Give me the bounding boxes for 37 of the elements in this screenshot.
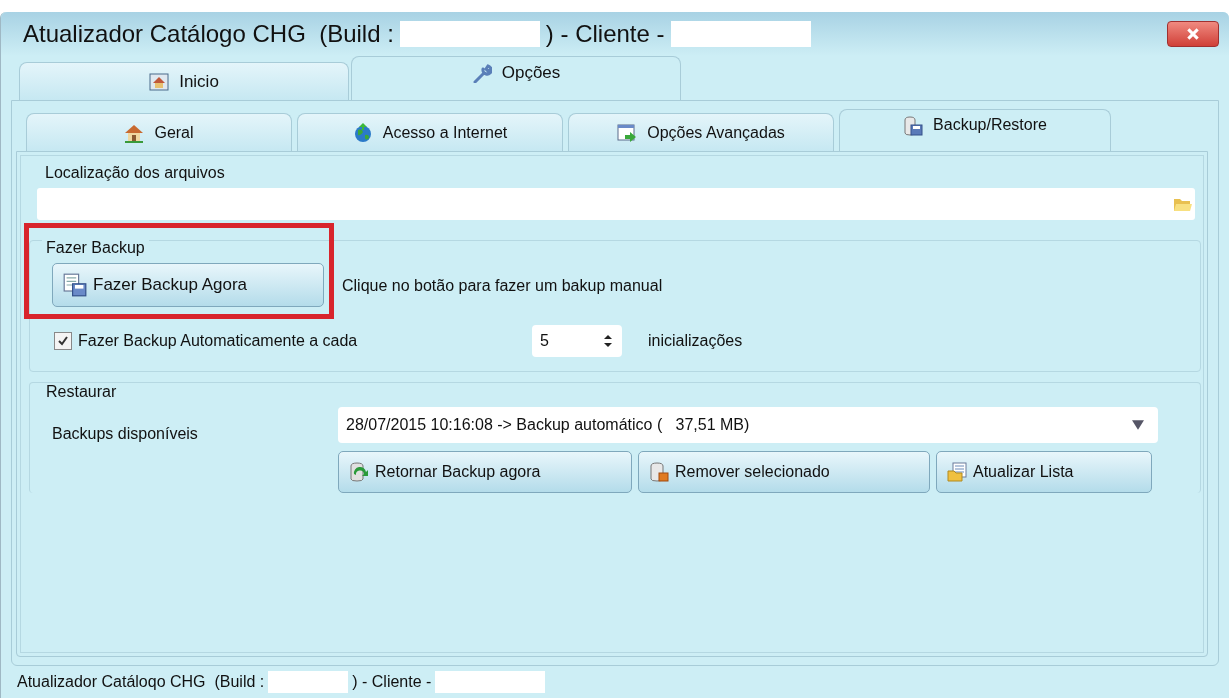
close-button[interactable] — [1167, 21, 1219, 47]
dropdown-arrow-icon — [1132, 420, 1144, 430]
folder-list-icon — [947, 462, 967, 482]
unit-label: inicializações — [648, 332, 743, 350]
group-title: Fazer Backup — [42, 239, 149, 257]
database-lock-icon — [649, 462, 669, 482]
field-label: Backups disponíveis — [52, 424, 199, 444]
backup-dropdown[interactable]: 28/07/2015 10:16:08 -> Backup automático ( 37,51 MB) — [338, 407, 1158, 443]
checkbox[interactable] — [54, 332, 72, 350]
action-button[interactable]: Retornar Backup agora — [338, 451, 632, 493]
checkbox-label: Fazer Backup Automaticamente a cada — [78, 332, 359, 350]
close-icon — [1186, 27, 1200, 41]
title-text: ) - Cliente - — [545, 20, 665, 48]
action-button[interactable]: Remover selecionado — [638, 451, 930, 493]
tab[interactable]: Opções Avançadas — [568, 113, 834, 151]
house-icon — [124, 122, 145, 143]
spinner-arrows-icon[interactable] — [602, 332, 614, 350]
tab[interactable]: Acesso a Internet — [297, 113, 563, 151]
number-spinner[interactable]: 5 — [532, 325, 622, 357]
house-icon — [149, 71, 170, 92]
backup-now-button[interactable]: Fazer Backup Agora — [52, 263, 324, 307]
wrench-icon — [471, 63, 492, 83]
tab[interactable]: Inicio — [19, 62, 349, 100]
database-arrow-icon — [349, 462, 369, 482]
globe-icon — [352, 122, 373, 143]
title-text: Atualizador Catáloqo CHG (Build : — [17, 673, 265, 691]
title-text: Atualizador Catálogo CHG (Build : — [23, 20, 394, 48]
backup-icon — [63, 273, 87, 297]
hint-text: Clique no botão para fazer um bakup manual — [342, 277, 663, 295]
tab[interactable]: Opções — [351, 56, 681, 100]
tab[interactable]: Geral — [26, 113, 292, 151]
title-text: ) - Cliente - — [352, 673, 432, 691]
disk-icon — [903, 116, 924, 136]
tab[interactable]: Backup/Restore — [839, 109, 1111, 151]
action-button[interactable]: Atualizar Lista — [936, 451, 1152, 493]
check-icon — [57, 335, 69, 347]
path-field[interactable] — [37, 188, 1195, 220]
